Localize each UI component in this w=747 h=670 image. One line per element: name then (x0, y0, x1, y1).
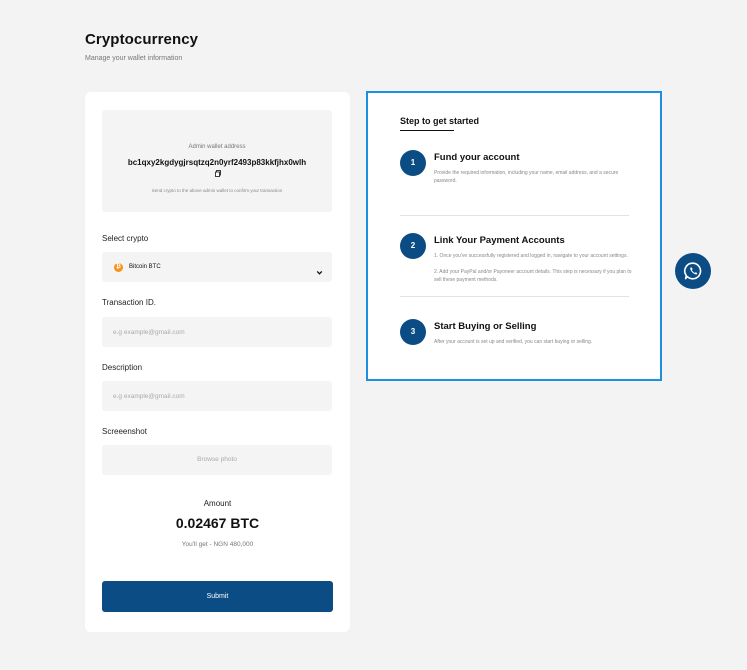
step-1-description: Provide the required information, includ… (434, 170, 619, 184)
steps-title: Step to get started (400, 116, 480, 126)
transaction-id-label: Transaction ID. (102, 298, 156, 307)
description-input[interactable] (102, 381, 332, 411)
step-1-title: Fund your account (434, 152, 520, 163)
wallet-address-text: bc1qxy2kgdygjrsqtzq2n0yrf2493p83kkfjhx0w… (127, 158, 307, 167)
step-1-number: 1 (400, 150, 426, 176)
browse-photo-text: Browse photo (197, 456, 237, 463)
wallet-note: Send crypto to the above admin wallet to… (151, 188, 283, 193)
description-label: Description (102, 363, 143, 372)
copy-icon[interactable] (215, 169, 221, 181)
screenshot-label: Screeenshot (102, 427, 147, 436)
step-2-number: 2 (400, 233, 426, 259)
amount-value: 0.02467 BTC (175, 515, 260, 531)
submit-button[interactable]: Submit (102, 581, 333, 612)
step-2-description-1: 1. Once you've successfully registered a… (434, 253, 628, 259)
select-crypto-label: Select crypto (102, 234, 149, 243)
step-3-number: 3 (400, 319, 426, 345)
step-divider (400, 215, 629, 216)
amount-receive-text: You'll get - NGN 480,000 (181, 541, 254, 548)
step-3-title: Start Buying or Selling (434, 321, 537, 332)
page-title: Cryptocurrency (85, 31, 199, 48)
wallet-address[interactable]: bc1qxy2kgdygjrsqtzq2n0yrf2493p83kkfjhx0w… (127, 157, 307, 181)
whatsapp-chat-button[interactable] (675, 253, 711, 289)
step-3-description: After your account is set up and verifie… (434, 339, 593, 345)
step-2-title: Link Your Payment Accounts (434, 235, 565, 246)
wallet-label: Admin wallet address (188, 144, 246, 150)
steps-title-underline (400, 130, 454, 131)
crypto-select-value: Bitcoin BTC (129, 263, 161, 270)
page-subtitle: Manage your wallet information (85, 55, 183, 62)
screenshot-upload[interactable]: Browse photo (102, 445, 332, 475)
payment-form-card: Admin wallet address bc1qxy2kgdygjrsqtzq… (85, 92, 350, 632)
step-2-description-2: 2. Add your PayPal and/or Payoneer accou… (434, 269, 632, 283)
bitcoin-icon: ₿ (114, 263, 123, 272)
step-divider (400, 296, 629, 297)
admin-wallet-box: Admin wallet address bc1qxy2kgdygjrsqtzq… (102, 110, 332, 212)
transaction-id-input[interactable] (102, 317, 332, 347)
amount-label: Amount (203, 499, 232, 508)
getting-started-card: Step to get started 1 Fund your account … (366, 91, 662, 381)
crypto-select[interactable]: ₿ Bitcoin BTC (102, 252, 332, 282)
chevron-down-icon (316, 263, 323, 281)
